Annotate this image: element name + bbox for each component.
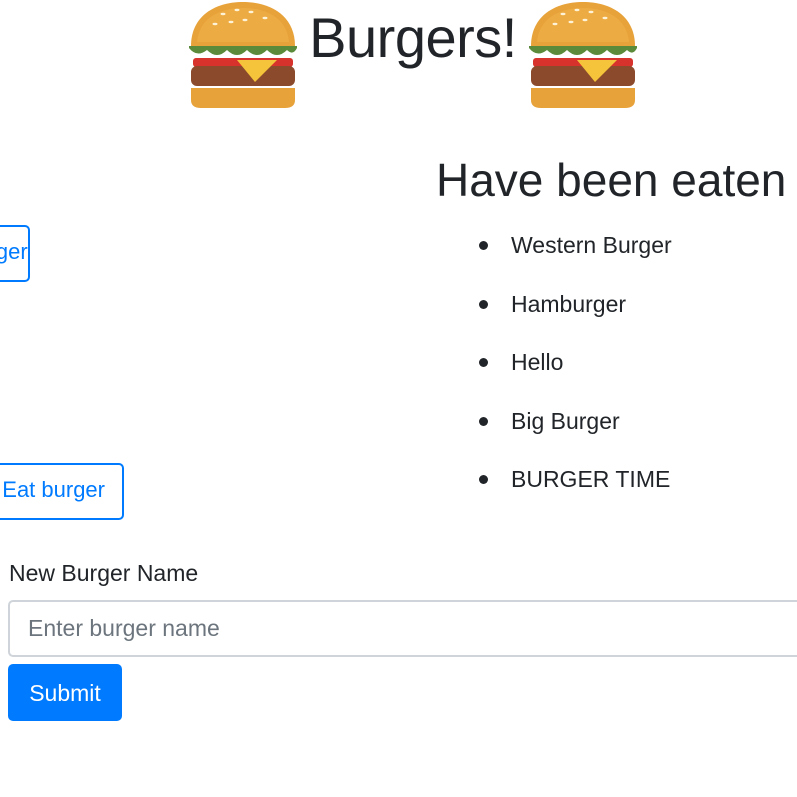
burger-name-input[interactable] (8, 600, 797, 657)
list-item: Western Burger (474, 216, 672, 275)
eat-burger-button[interactable]: Eat burger (0, 225, 30, 282)
submit-button[interactable]: Submit (8, 664, 122, 721)
list-item: Hello (474, 333, 672, 392)
list-item: Hamburger (474, 275, 672, 334)
page-title: Burgers! (309, 6, 517, 69)
devoured-heading: Have been eaten (436, 154, 787, 206)
header: Burgers! (0, 0, 797, 110)
devoured-list: Western Burger Hamburger Hello Big Burge… (474, 216, 672, 509)
eat-burger-button[interactable]: Eat burger (0, 463, 124, 520)
list-item: BURGER TIME (474, 450, 672, 509)
hamburger-icon (529, 2, 637, 108)
hamburger-icon (189, 2, 297, 108)
list-item: Big Burger (474, 392, 672, 451)
burger-name-label: New Burger Name (9, 560, 199, 586)
page: Burgers! Eat burger Eat burger Have been… (0, 0, 797, 797)
